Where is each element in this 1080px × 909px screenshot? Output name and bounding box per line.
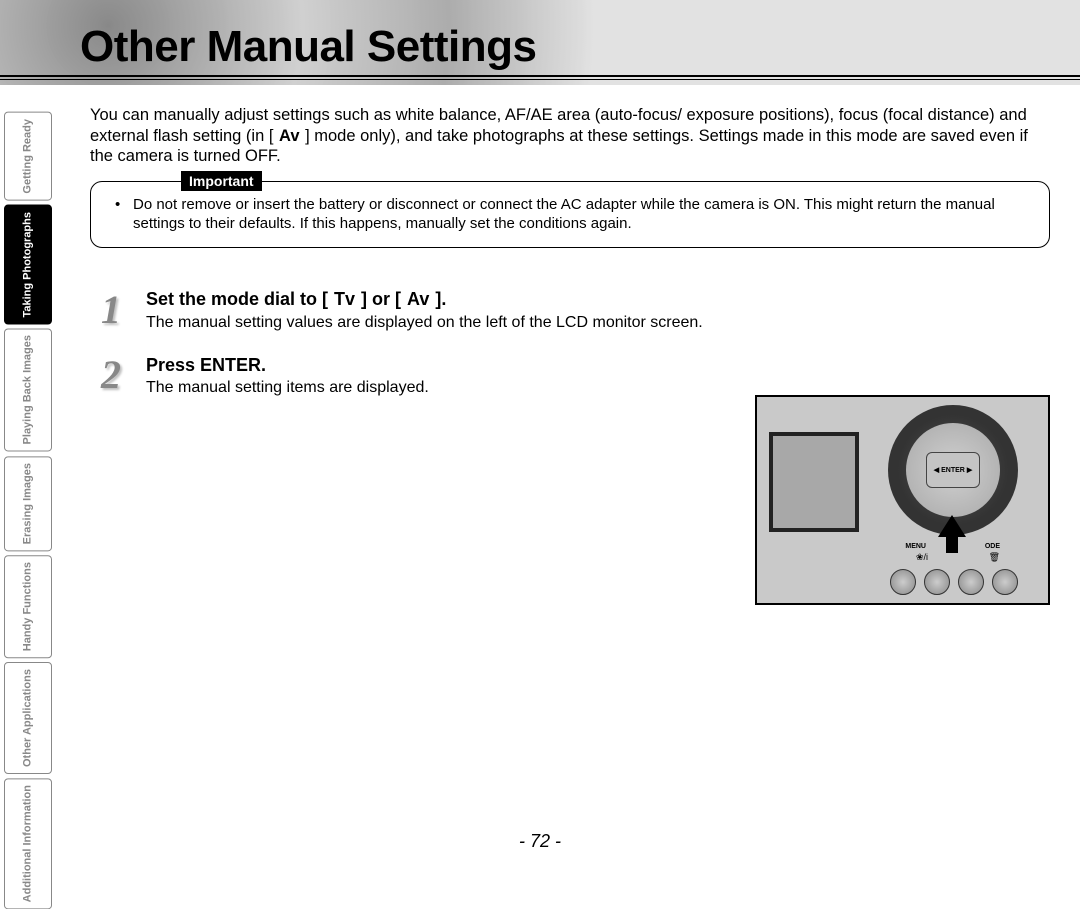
enter-label: ENTER — [941, 467, 965, 474]
step-1-number: 1 — [90, 288, 132, 330]
page-title: Other Manual Settings — [80, 22, 536, 72]
camera-lcd-icon — [769, 432, 859, 532]
tab-getting-ready[interactable]: Getting Ready — [4, 112, 52, 201]
camera-menu-label: MENU — [905, 543, 926, 550]
tab-playing-back-images[interactable]: Playing Back Images — [4, 328, 52, 451]
camera-enter-button-icon: ◀ ENTER ▶ — [926, 452, 980, 488]
triangle-right-icon: ▶ — [967, 466, 972, 474]
intro-paragraph: You can manually adjust settings such as… — [90, 105, 1050, 167]
step-2-title: Press ENTER. — [146, 354, 1050, 377]
trash-icon: 🗑 — [989, 552, 1000, 563]
tab-erasing-images[interactable]: Erasing Images — [4, 456, 52, 551]
flower-info-icon: ❀/i — [916, 552, 928, 563]
step-1-title: Set the mode dial to [ Tv ] or [ Av ]. — [146, 288, 1050, 311]
step-1-desc: The manual setting values are displayed … — [146, 314, 1050, 332]
mode-tv: Tv — [333, 288, 356, 311]
tab-handy-functions[interactable]: Handy Functions — [4, 555, 52, 658]
camera-small-button-1-icon — [890, 569, 916, 595]
title-rule — [0, 75, 1080, 77]
steps-list: 1 Set the mode dial to [ Tv ] or [ Av ].… — [90, 288, 1050, 397]
triangle-left-icon: ◀ — [934, 466, 939, 474]
camera-button-row — [890, 569, 1018, 595]
camera-small-button-3-icon — [958, 569, 984, 595]
arrow-stem-icon — [946, 535, 958, 553]
mode-av: Av — [406, 288, 430, 311]
important-label: Important — [181, 171, 262, 191]
camera-dial-inner-icon: ◀ ENTER ▶ — [906, 423, 1000, 517]
camera-small-button-2-icon — [924, 569, 950, 595]
important-box: Important Do not remove or insert the ba… — [90, 181, 1050, 249]
sidebar-tabs: Getting Ready Taking Photographs Playing… — [4, 112, 52, 909]
camera-illustration: ◀ ENTER ▶ MENU ODE ❀/i 🗑 — [755, 395, 1050, 605]
camera-small-button-4-icon — [992, 569, 1018, 595]
mode-av-inline: Av — [278, 126, 300, 147]
tab-other-applications[interactable]: Other Applications — [4, 662, 52, 774]
step-2: 2 Press ENTER. The manual setting items … — [90, 354, 1050, 397]
step-2-number: 2 — [90, 354, 132, 396]
important-text: Do not remove or insert the battery or d… — [119, 196, 1031, 234]
title-rule-thin — [0, 79, 1080, 80]
step-1: 1 Set the mode dial to [ Tv ] or [ Av ].… — [90, 288, 1050, 331]
main-content: You can manually adjust settings such as… — [90, 105, 1050, 419]
arrow-up-icon — [938, 515, 966, 537]
tab-taking-photographs[interactable]: Taking Photographs — [4, 205, 52, 325]
camera-mode-label: ODE — [985, 543, 1000, 550]
page-number: - 72 - — [0, 831, 1080, 852]
